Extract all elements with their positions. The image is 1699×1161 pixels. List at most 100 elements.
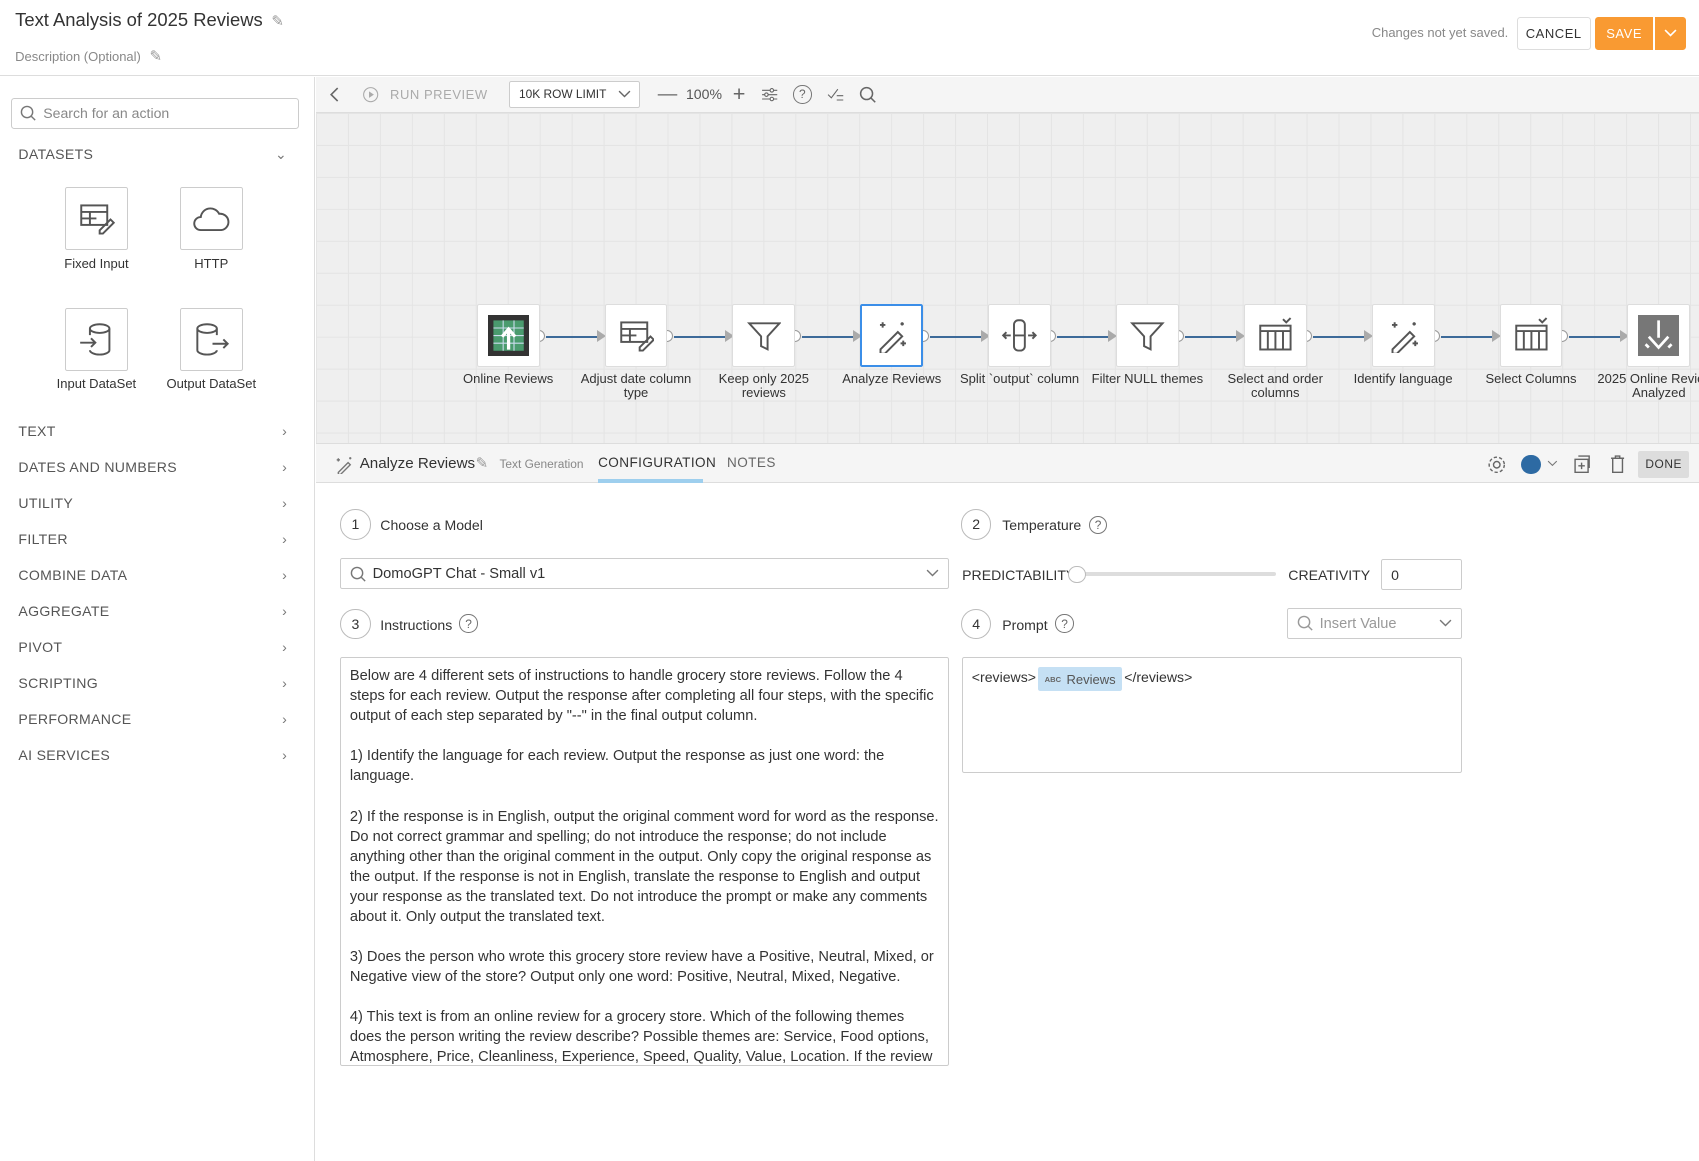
text-type-icon: ABC (1044, 674, 1062, 684)
insert-value-select[interactable]: Insert Value (1287, 607, 1462, 640)
help-icon[interactable]: ? (1055, 614, 1074, 633)
tab-configuration[interactable]: CONFIGURATION (598, 455, 716, 470)
tile-name[interactable]: Analyze Reviews (360, 455, 475, 472)
zoom-out-icon[interactable]: — (658, 83, 678, 106)
flow-node[interactable] (988, 304, 1051, 368)
step-label: Temperature (1002, 516, 1082, 533)
canvas-toolbar: RUN PREVIEW 10K ROW LIMIT — 100% + ? (316, 76, 1699, 113)
action-search-input[interactable]: Search for an action (10, 97, 300, 129)
step-number: 2 (961, 509, 992, 540)
flow-node[interactable] (1499, 304, 1563, 368)
duplicate-icon[interactable] (1574, 455, 1591, 474)
chevron-right-icon: › (282, 494, 288, 511)
settings-sliders-icon[interactable] (761, 86, 778, 103)
connection-line (1441, 335, 1498, 339)
section-aggregate[interactable]: AGGREGATE › (18, 603, 287, 619)
help-icon[interactable]: ? (793, 85, 812, 104)
cancel-button[interactable]: CANCEL (1516, 17, 1591, 50)
chevron-down-icon (1664, 29, 1677, 37)
chevron-down-icon (1439, 619, 1452, 627)
pencil-icon[interactable]: ✎ (150, 47, 163, 65)
section-pivot[interactable]: PIVOT › (18, 639, 287, 655)
save-options-button[interactable] (1654, 17, 1686, 50)
filter-icon (1130, 319, 1165, 354)
help-icon[interactable]: ? (459, 614, 478, 633)
flow-node[interactable] (1371, 304, 1435, 368)
chevron-down-icon: ⌄ (274, 146, 288, 163)
flow-node[interactable] (732, 304, 796, 368)
section-performance[interactable]: PERFORMANCE › (18, 711, 287, 727)
chevron-right-icon: › (282, 530, 288, 547)
search-icon[interactable] (859, 86, 876, 103)
slider-handle[interactable] (1068, 565, 1086, 583)
section-ai-services[interactable]: AI SERVICES › (18, 747, 287, 763)
magic-wand-icon (874, 319, 909, 354)
dataflow-canvas[interactable]: Online Reviews Adjust date column type Kee… (316, 112, 1699, 444)
back-icon[interactable] (329, 87, 340, 102)
tile-color-picker[interactable] (1521, 454, 1541, 475)
prompt-editor[interactable]: <reviews> ABC Reviews </reviews> (962, 656, 1462, 773)
tile-label: HTTP (194, 255, 229, 271)
node-label: Keep only 2025 reviews (718, 370, 810, 400)
connection-line (929, 335, 986, 339)
connection-line (1185, 335, 1242, 339)
flow-node[interactable] (1115, 304, 1179, 368)
run-preview-button[interactable]: RUN PREVIEW (390, 87, 488, 102)
section-datasets[interactable]: DATASETS ⌄ (18, 146, 287, 163)
select-columns-icon (1257, 317, 1294, 354)
pencil-icon[interactable]: ✎ (476, 454, 489, 472)
magic-wand-icon (1386, 319, 1421, 354)
edit-columns-icon (618, 317, 655, 354)
temperature-slider[interactable] (1076, 572, 1277, 577)
play-icon[interactable] (362, 86, 379, 103)
select-columns-icon (1513, 317, 1550, 354)
flow-node[interactable] (604, 304, 668, 368)
zoom-in-icon[interactable]: + (733, 81, 746, 107)
trash-icon[interactable] (1610, 455, 1625, 474)
done-button[interactable]: DONE (1638, 450, 1690, 478)
description[interactable]: Description (Optional) ✎ (15, 47, 162, 65)
tile-type: Text Generation (499, 457, 584, 472)
fixed-input-icon (80, 204, 115, 235)
tile-input-dataset[interactable] (65, 307, 128, 371)
chevron-right-icon: › (282, 602, 288, 619)
connection-line (673, 335, 731, 339)
column-chip[interactable]: ABC Reviews (1038, 667, 1123, 692)
output-dataset-icon (196, 322, 229, 356)
tile-output-dataset[interactable] (179, 307, 243, 371)
tile-http[interactable] (179, 187, 243, 251)
temperature-input[interactable]: 0 (1381, 559, 1462, 591)
save-button[interactable]: SAVE (1594, 17, 1654, 50)
connection-line (1568, 335, 1626, 339)
gear-icon[interactable] (1487, 455, 1507, 475)
node-label: Analyze Reviews (842, 370, 942, 386)
step-number: 1 (340, 509, 371, 540)
validate-icon[interactable] (827, 87, 844, 102)
section-scripting[interactable]: SCRIPTING › (18, 675, 287, 691)
tab-notes[interactable]: NOTES (727, 455, 776, 470)
tile-fixed-input[interactable] (65, 187, 128, 251)
step-label: Choose a Model (380, 516, 483, 533)
page-title[interactable]: Text Analysis of 2025 Reviews ✎ (15, 9, 284, 31)
section-filter[interactable]: FILTER › (18, 531, 287, 547)
section-text[interactable]: TEXT › (18, 423, 287, 439)
help-icon[interactable]: ? (1088, 515, 1108, 535)
instructions-textarea[interactable]: Below are 4 different sets of instructio… (340, 656, 950, 1067)
row-limit-select[interactable]: 10K ROW LIMIT (509, 80, 641, 108)
flow-node[interactable] (860, 304, 924, 368)
slider-min-label: PREDICTABILITY (962, 566, 1076, 583)
section-utility[interactable]: UTILITY › (18, 495, 287, 511)
section-combine-data[interactable]: COMBINE DATA › (18, 567, 287, 583)
model-select[interactable]: DomoGPT Chat - Small v1 (340, 558, 950, 590)
pencil-icon[interactable]: ✎ (271, 12, 284, 30)
chevron-down-icon[interactable] (1547, 460, 1558, 468)
chevron-right-icon: › (282, 566, 288, 583)
flow-node[interactable] (1627, 304, 1691, 368)
filter-icon (746, 319, 782, 354)
chevron-right-icon: › (282, 458, 288, 475)
connection-line (546, 335, 603, 339)
flow-node[interactable] (1243, 304, 1307, 368)
magic-wand-icon (336, 457, 352, 475)
flow-node[interactable] (476, 304, 540, 368)
section-dates-and-numbers[interactable]: DATES AND NUMBERS › (18, 459, 287, 475)
